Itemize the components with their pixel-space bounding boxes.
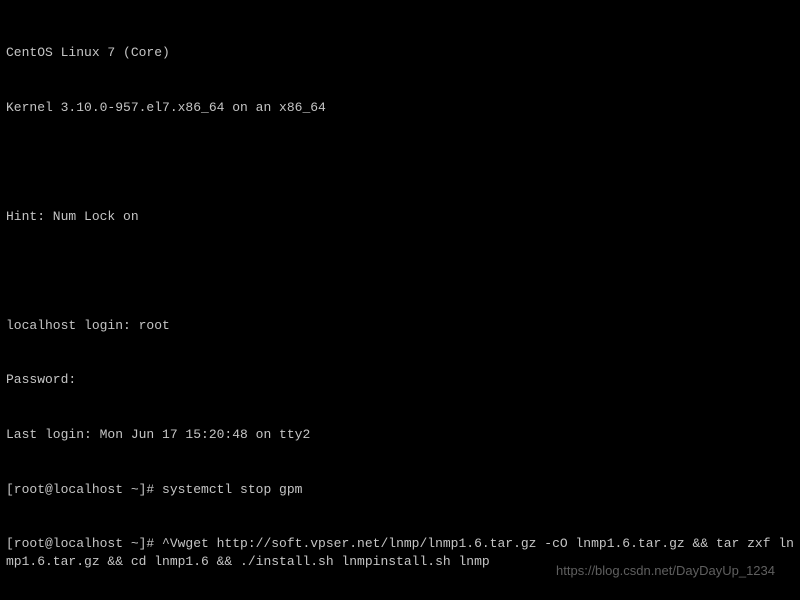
kernel-line: Kernel 3.10.0-957.el7.x86_64 on an x86_6… xyxy=(6,99,794,117)
terminal-screen[interactable]: CentOS Linux 7 (Core) Kernel 3.10.0-957.… xyxy=(0,0,800,598)
os-banner-line: CentOS Linux 7 (Core) xyxy=(6,44,794,62)
watermark-text: https://blog.csdn.net/DayDayUp_1234 xyxy=(556,562,775,580)
password-prompt-line: Password: xyxy=(6,371,794,389)
hint-line: Hint: Num Lock on xyxy=(6,208,794,226)
command-line-1: [root@localhost ~]# systemctl stop gpm xyxy=(6,481,794,499)
last-login-line: Last login: Mon Jun 17 15:20:48 on tty2 xyxy=(6,426,794,444)
login-prompt-line: localhost login: root xyxy=(6,317,794,335)
